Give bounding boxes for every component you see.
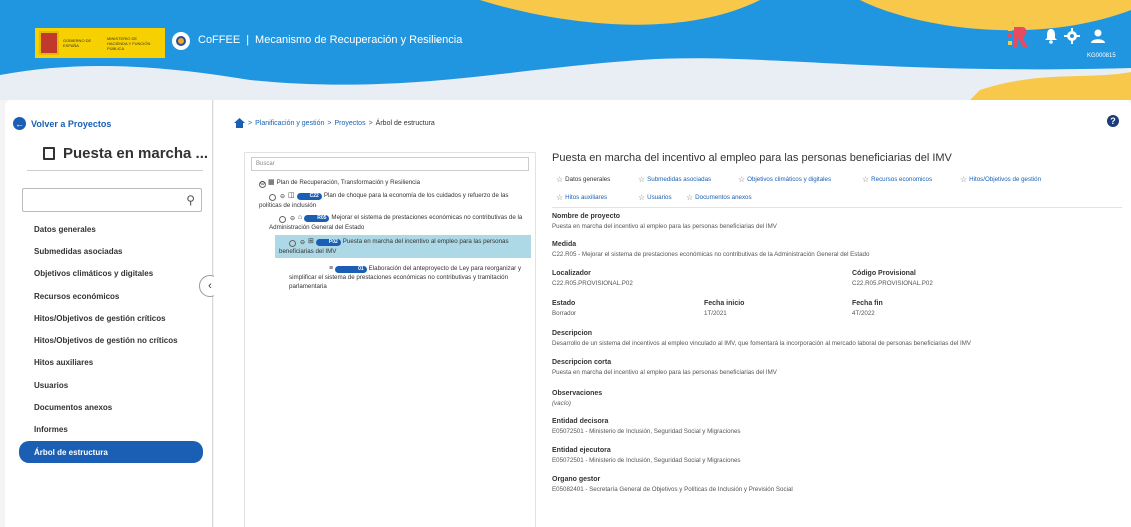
tab-objetivos[interactable]: ☆ Objetivos climáticos y digitales	[738, 175, 831, 184]
government-logo: GOBIERNO DE ESPAÑA MINISTERIO DE HACIEND…	[35, 28, 165, 58]
institution-icon: ⌂	[298, 214, 303, 221]
tab-submedidas[interactable]: ☆ Submedidas asociadas	[638, 175, 711, 184]
star-icon: ☆	[686, 193, 694, 202]
collapse-toggle-icon[interactable]: ⊖	[259, 181, 266, 188]
field-fecha-fin: Fecha fin 4T/2022	[852, 300, 883, 317]
star-icon: ☆	[960, 175, 968, 184]
tab-usuarios[interactable]: ☆ Usuarios	[638, 193, 672, 202]
chevron-left-icon: ‹	[208, 280, 212, 292]
detail-tabs: ☆ Datos generales ☆ Submedidas asociadas ☆…	[552, 173, 1122, 207]
field-fecha-inicio: Fecha inicio 1T/2021	[704, 300, 745, 317]
sidebar-item-hitos-criticos[interactable]: Hitos/Objetivos de gestión críticos	[19, 307, 203, 329]
tabs-divider	[552, 207, 1122, 208]
node-badge: 01	[335, 266, 367, 273]
sidebar-item-informes[interactable]: Informes	[19, 419, 203, 441]
sidebar-item-usuarios[interactable]: Usuarios	[19, 374, 203, 396]
node-badge: R05	[304, 215, 330, 222]
breadcrumb: > Planificación y gestión > Proyectos > …	[234, 118, 435, 128]
field-observaciones: Observaciones (vacío)	[552, 390, 603, 407]
star-icon: ☆	[738, 175, 746, 184]
node-badge: C22	[296, 193, 322, 200]
structure-tree-panel: Buscar ⊖ ▦ Plan de Recuperación, Transform…	[244, 152, 536, 527]
sidebar-item-hitos-no-criticos[interactable]: Hitos/Objetivos de gestión no críticos	[19, 329, 203, 351]
search-icon[interactable]: ⚲	[186, 193, 195, 207]
field-codigo: Código Provisional C22.R05.PROVISIONAL.P0…	[852, 270, 933, 287]
coat-of-arms-icon	[39, 31, 59, 55]
app-name: CoFFEE	[198, 34, 241, 46]
project-title: Puesta en marcha ...	[43, 145, 208, 162]
field-entidad-ejecutora: Entidad ejecutora E05072501 - Ministerio …	[552, 447, 741, 464]
star-icon: ☆	[862, 175, 870, 184]
sidebar-item-hitos-auxiliares[interactable]: Hitos auxiliares	[19, 352, 203, 374]
back-label: Volver a Proyectos	[31, 118, 112, 129]
divider	[27, 170, 203, 171]
logo-text-gobierno: GOBIERNO DE ESPAÑA	[63, 38, 92, 48]
tree-search-input[interactable]: Buscar	[251, 157, 529, 171]
tab-hitos-auxiliares[interactable]: ☆ Hitos auxiliares	[556, 193, 607, 202]
field-organo-gestor: Organo gestor E05082401 - Secretaría Gene…	[552, 476, 793, 493]
arrow-left-icon: ←	[13, 117, 26, 130]
module-name: Mecanismo de Recuperación y Resiliencia	[255, 34, 463, 46]
plan-icon: ▦	[268, 179, 275, 186]
logo-text-ministerio: MINISTERIO DE HACIENDA Y FUNCIÓN PÚBLICA	[107, 35, 151, 51]
field-localizador: Localizador C22.R05.PROVISIONAL.P02	[552, 270, 633, 287]
tab-recursos[interactable]: ☆ Recursos economicos	[862, 175, 932, 184]
tab-datos-generales[interactable]: ☆ Datos generales	[556, 175, 610, 184]
project-sidebar: ← Volver a Proyectos Puesta en marcha ..…	[5, 100, 213, 527]
star-icon: ☆	[556, 175, 564, 184]
tree-node-c22[interactable]: ⊖ ◫ C22 Plan de choque para la economía de …	[259, 191, 531, 210]
sidebar-item-recursos[interactable]: Recursos económicos	[19, 285, 203, 307]
component-icon: ◫	[288, 192, 295, 199]
tab-hitos-gestion[interactable]: ☆ Hitos/Objetivos de gestión	[960, 175, 1041, 184]
node-badge: P02	[315, 239, 341, 246]
back-to-projects-link[interactable]: ← Volver a Proyectos	[13, 117, 111, 130]
tree-node-r05[interactable]: ⊖ ⌂ R05 Mejorar el sistema de prestaciones …	[269, 213, 531, 232]
sidebar-search-input[interactable]: ⚲	[22, 188, 202, 212]
recovery-plan-logo-icon	[1008, 27, 1028, 47]
app-title: CoFFEE | Mecanismo de Recuperación y Resil…	[198, 34, 463, 46]
module-dropdown-chevron-icon[interactable]: ⌄	[434, 34, 442, 45]
sidebar-item-objetivos-climaticos[interactable]: Objetivos climáticos y digitales	[19, 263, 203, 285]
sidebar-item-arbol[interactable]: Árbol de estructura	[19, 440, 203, 464]
sidebar-item-submedidas[interactable]: Submedidas asociadas	[19, 240, 203, 262]
document-icon	[43, 147, 55, 160]
user-profile-icon[interactable]	[1090, 28, 1106, 44]
main-content: > Planificación y gestión > Proyectos > …	[214, 100, 1131, 527]
collapse-toggle-icon[interactable]: ⊖	[269, 194, 285, 201]
breadcrumb-proyectos[interactable]: Proyectos	[334, 120, 365, 127]
project-title-text: Puesta en marcha ...	[63, 145, 209, 162]
header-wave-decoration	[0, 0, 1131, 100]
field-entidad-decisora: Entidad decisora E05072501 - Ministerio d…	[552, 418, 741, 435]
breadcrumb-current: Árbol de estructura	[375, 119, 435, 127]
app-header: GOBIERNO DE ESPAÑA MINISTERIO DE HACIEND…	[0, 0, 1131, 100]
tree-node-p02-selected[interactable]: ⊖ ⊞ P02 Puesta en marcha del incentivo al e…	[275, 235, 531, 258]
star-icon: ☆	[638, 175, 646, 184]
field-estado: Estado Borrador	[552, 300, 577, 317]
collapse-toggle-icon[interactable]: ⊖	[289, 240, 305, 247]
field-descripcion: Descripcion Desarrollo de un sistema del …	[552, 330, 972, 347]
star-icon: ☆	[556, 193, 564, 202]
tree-node-01[interactable]: ≡ 01 Elaboración del anteproyecto de Ley p…	[289, 264, 531, 291]
sidebar-item-documentos[interactable]: Documentos anexos	[19, 396, 203, 418]
notifications-bell-icon[interactable]	[1043, 28, 1059, 44]
grid-icon: ⊞	[308, 238, 314, 245]
sidebar-item-datos-generales[interactable]: Datos generales	[19, 218, 203, 240]
coffee-logo-icon	[172, 32, 190, 50]
field-nombre: Nombre de proyecto Puesta en marcha del i…	[552, 213, 777, 230]
settings-gear-icon[interactable]	[1064, 28, 1080, 44]
tab-documentos[interactable]: ☆ Documentos anexos	[686, 193, 752, 202]
detail-title: Puesta en marcha del incentivo al empleo…	[552, 152, 952, 164]
user-code: KG000815	[1087, 53, 1116, 59]
sidebar-menu: Datos generales Submedidas asociadas Obj…	[19, 218, 203, 464]
tree-node-plan[interactable]: ⊖ ▦ Plan de Recuperación, Transformación y…	[259, 178, 529, 188]
field-desc-corta: Descripcion corta Puesta en marcha del in…	[552, 359, 777, 376]
help-icon[interactable]: ?	[1107, 115, 1119, 127]
star-icon: ☆	[638, 193, 646, 202]
list-icon: ≡	[329, 265, 334, 272]
home-icon[interactable]	[234, 118, 245, 128]
collapse-toggle-icon[interactable]: ⊖	[279, 216, 295, 223]
breadcrumb-planificacion[interactable]: Planificación y gestión	[255, 120, 324, 127]
field-medida: Medida C22.R05 - Mejorar el sistema de pr…	[552, 241, 870, 258]
